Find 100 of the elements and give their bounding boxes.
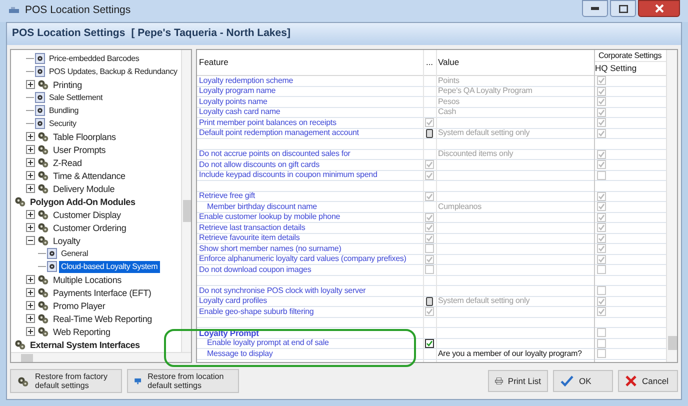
tree-item[interactable]: Sale Settlement	[47, 92, 104, 104]
feature-label: Do not download coupon images	[199, 264, 312, 275]
value-text: Points	[438, 76, 460, 86]
tree-item[interactable]: Polygon Add-On Modules	[28, 196, 138, 208]
tree-item[interactable]: Loyalty	[51, 234, 82, 246]
expand-icon[interactable]	[26, 158, 35, 167]
collapse-icon[interactable]	[26, 236, 35, 245]
gears-icon	[37, 183, 49, 194]
tree-item[interactable]: General	[59, 248, 90, 260]
feature-label: Retrieve free gift	[199, 191, 255, 202]
expand-icon[interactable]	[26, 171, 35, 180]
tree-item[interactable]: User Prompts	[51, 144, 108, 156]
checkbox[interactable]	[425, 338, 434, 348]
dialog-button[interactable]: OK	[553, 370, 613, 392]
tree-line	[38, 253, 46, 254]
column-header: HQ Setting	[594, 62, 638, 75]
tree-item[interactable]: Printing	[51, 78, 84, 90]
expand-icon[interactable]	[26, 314, 35, 323]
hq-checkbox[interactable]	[597, 338, 606, 348]
tree-scrollbar[interactable]	[181, 50, 191, 352]
tree-item[interactable]: Web Reporting	[51, 326, 112, 338]
value-text: Cash	[438, 107, 456, 118]
value-text: System default setting only	[438, 128, 530, 138]
expand-icon[interactable]	[26, 80, 35, 89]
expand-icon[interactable]	[26, 301, 35, 310]
feature-label: Message to display	[207, 348, 273, 359]
expand-icon[interactable]	[26, 327, 35, 336]
tree-item[interactable]: Promo Player	[51, 300, 108, 312]
gears-icon	[14, 339, 26, 350]
page-gear-icon	[35, 53, 45, 64]
app-icon	[8, 6, 20, 16]
close-icon	[625, 375, 637, 387]
feature-label: Enable loyalty prompt at end of sale	[207, 338, 329, 348]
tree-item[interactable]: POS Updates, Backup & Redundancy	[47, 66, 180, 78]
feature-label: Retrieve last transaction details	[199, 222, 306, 233]
header-title: POS Location Settings	[12, 26, 126, 42]
column-header: Feature	[198, 56, 230, 70]
hq-checkbox[interactable]	[597, 349, 606, 358]
expand-icon[interactable]	[26, 288, 35, 297]
tree-line	[38, 266, 46, 267]
close-button[interactable]	[638, 0, 680, 17]
maximize-button[interactable]	[610, 0, 636, 17]
gears-icon	[37, 144, 49, 155]
tree-item[interactable]: Table Floorplans	[51, 130, 118, 142]
tree-item[interactable]: Security	[47, 118, 78, 130]
feature-label: Loyalty card profiles	[199, 296, 267, 306]
feature-label: Loyalty redemption scheme	[199, 76, 294, 86]
expand-icon[interactable]	[26, 132, 35, 141]
tree-item[interactable]: Cloud-based Loyalty System	[59, 260, 160, 272]
tree-line	[26, 97, 34, 98]
feature-label: Member birthday discount name	[207, 202, 317, 212]
expand-icon[interactable]	[26, 275, 35, 284]
tree-hscrollbar[interactable]	[11, 352, 191, 362]
tree-item[interactable]: Delivery Module	[51, 182, 117, 194]
tree-line	[26, 71, 34, 72]
feature-label: Print member point balances on receipts	[199, 118, 336, 128]
hq-checkbox[interactable]	[597, 328, 606, 338]
value-text: Discounted items only	[438, 149, 514, 160]
feature-label: Loyalty program name	[199, 86, 276, 96]
gears-icon	[37, 209, 49, 220]
feature-label: Enable geo-shape suburb filtering	[199, 306, 314, 317]
page-gear-icon	[35, 118, 45, 129]
restore-button[interactable]: Restore from location default settings	[127, 369, 239, 393]
gears-icon	[37, 274, 49, 285]
hq-checkbox[interactable]	[597, 286, 606, 296]
restore-button[interactable]: Restore from factory default settings	[10, 369, 122, 393]
tree-item[interactable]: Multiple Locations	[51, 274, 124, 286]
tree-item[interactable]: Time & Attendance	[51, 170, 128, 182]
gears-icon	[37, 326, 49, 337]
tree-item[interactable]: Real-Time Web Reporting	[51, 312, 154, 324]
expand-icon[interactable]	[26, 184, 35, 193]
feature-label: Show short member names (no surname)	[199, 244, 342, 254]
expand-icon[interactable]	[26, 210, 35, 219]
tree-item[interactable]: Z-Read	[51, 156, 84, 168]
feature-label: Retrieve favourite item details	[199, 233, 300, 244]
dialog-button[interactable]: Cancel	[618, 370, 678, 392]
page-gear-icon	[47, 248, 57, 259]
tree-line	[26, 58, 34, 59]
page-gear-icon	[35, 105, 45, 116]
dialog-button[interactable]: Print List	[488, 370, 548, 392]
feature-label: Do not allow discounts on gift cards	[199, 160, 320, 170]
tree-item[interactable]: Customer Ordering	[51, 222, 128, 234]
tree-line	[26, 123, 34, 124]
feature-label: Include keypad discounts in coupon minimum spend	[199, 170, 378, 180]
maximize-icon	[618, 4, 628, 12]
expand-icon[interactable]	[26, 145, 35, 154]
expand-icon[interactable]	[26, 223, 35, 232]
tree-item[interactable]: Customer Display	[51, 208, 123, 220]
tree-item[interactable]: Payments Interface (EFT)	[51, 286, 154, 298]
minimize-button[interactable]	[582, 0, 608, 17]
column-header: Value	[437, 56, 460, 70]
table-scrollbar[interactable]	[666, 50, 677, 362]
tree-item[interactable]: External System Interfaces	[28, 338, 142, 350]
gears-icon	[37, 235, 49, 246]
tree-item[interactable]: Price-embedded Barcodes	[47, 52, 142, 64]
value-text: System default setting only	[438, 296, 530, 306]
tree-item[interactable]: Bundling	[47, 104, 81, 116]
checkmark-icon	[560, 375, 574, 387]
gears-icon	[37, 79, 49, 90]
gears-icon	[17, 376, 29, 386]
